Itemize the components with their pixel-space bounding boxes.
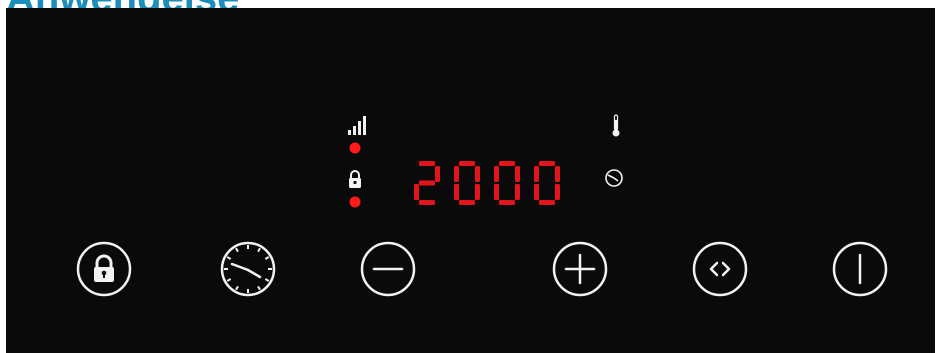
display-value: 2000: [412, 160, 413, 161]
clock-tick: [264, 278, 270, 282]
plus-button[interactable]: [551, 240, 609, 298]
display-segment: [499, 200, 515, 205]
display-segment: [454, 166, 459, 182]
control-panel: 2000: [6, 8, 935, 353]
display-segment: [475, 184, 480, 200]
lock-indicator-icon: [349, 170, 361, 188]
clock-tick: [257, 247, 261, 253]
display-segment: [494, 166, 499, 182]
chevrons-icon: [692, 241, 748, 297]
display-segment: [555, 166, 560, 182]
clock-tick: [226, 256, 232, 260]
display-segment: [539, 161, 555, 166]
minus-icon: [360, 241, 416, 297]
power-icon: [832, 241, 888, 297]
power-level-led: [349, 142, 361, 154]
display-segment: [534, 184, 539, 200]
mode-button[interactable]: [691, 240, 749, 298]
clock-tick: [235, 247, 239, 253]
display-segment: [419, 200, 435, 205]
display-segment: [414, 184, 419, 200]
timer-indicator-icon: [605, 169, 623, 187]
display-digit: [534, 161, 560, 205]
clock-tick: [264, 256, 270, 260]
signal-bars-icon: [348, 116, 366, 135]
display-digit: [414, 161, 440, 205]
timer-button[interactable]: [219, 240, 277, 298]
display-digit: [494, 161, 520, 205]
display-segment: [515, 166, 520, 182]
display-segment: [539, 200, 555, 205]
display-segment: [499, 161, 515, 166]
power-button[interactable]: [831, 240, 889, 298]
display-segment: [459, 161, 475, 166]
display-segment: [555, 184, 560, 200]
display-segment: [459, 200, 475, 205]
display-digit: [454, 161, 480, 205]
clock-tick: [226, 278, 232, 282]
display-segment: [454, 184, 459, 200]
clock-icon: [220, 241, 276, 297]
display-segment: [419, 161, 435, 166]
display-digits: [414, 161, 560, 205]
seven-segment-display: 2000: [412, 160, 570, 206]
display-segment: [475, 166, 480, 182]
thermometer-icon: [612, 114, 620, 137]
lock-button[interactable]: [75, 240, 133, 298]
padlock-icon: [76, 241, 132, 297]
display-segment: [534, 166, 539, 182]
display-segment: [435, 166, 440, 182]
display-segment: [515, 184, 520, 200]
clock-tick: [235, 285, 239, 291]
display-segment: [494, 184, 499, 200]
lock-led: [349, 196, 361, 208]
minus-button[interactable]: [359, 240, 417, 298]
clock-tick: [257, 285, 261, 291]
plus-icon: [552, 241, 608, 297]
display-segment: [419, 180, 435, 186]
